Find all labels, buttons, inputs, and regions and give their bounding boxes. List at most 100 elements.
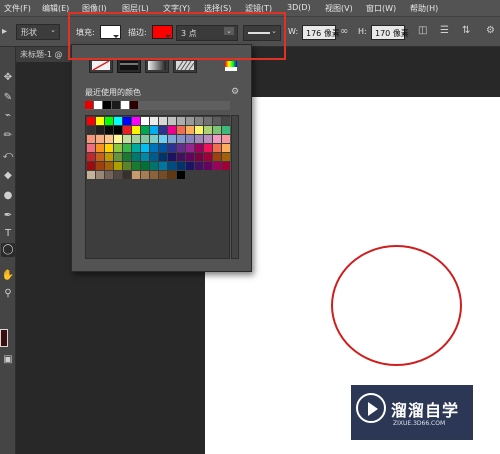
color-swatch[interactable] [114, 171, 122, 179]
color-swatch[interactable] [159, 171, 167, 179]
color-swatch[interactable] [159, 126, 167, 134]
color-swatch[interactable] [213, 162, 221, 170]
recent-color-swatch[interactable] [94, 101, 102, 109]
pencil-tool-icon[interactable]: ✏ [1, 129, 15, 143]
color-swatch[interactable] [213, 135, 221, 143]
color-swatch[interactable] [195, 162, 203, 170]
color-swatch[interactable] [141, 144, 149, 152]
color-swatch[interactable] [87, 162, 95, 170]
color-swatch[interactable] [168, 162, 176, 170]
color-swatch[interactable] [204, 144, 212, 152]
color-swatch[interactable] [105, 117, 113, 125]
color-swatch[interactable] [222, 144, 230, 152]
color-swatch[interactable] [132, 126, 140, 134]
path-arrangement-icon[interactable]: ⇅ [462, 26, 470, 36]
color-swatch[interactable] [87, 126, 95, 134]
color-swatch[interactable] [213, 144, 221, 152]
color-swatch[interactable] [204, 135, 212, 143]
color-swatch[interactable] [132, 117, 140, 125]
gear-icon[interactable]: ⚙ [486, 26, 495, 36]
color-swatch[interactable] [96, 153, 104, 161]
tool-preset-icon[interactable]: ▸ [2, 27, 7, 37]
color-swatch[interactable] [141, 135, 149, 143]
color-swatch[interactable] [168, 135, 176, 143]
color-swatch[interactable] [222, 135, 230, 143]
color-swatch[interactable] [168, 153, 176, 161]
dodge-tool-icon[interactable]: ● [1, 189, 15, 203]
pen-tool-icon[interactable]: ✒ [1, 209, 15, 223]
color-swatch[interactable] [96, 144, 104, 152]
color-swatch[interactable] [87, 117, 95, 125]
color-swatch[interactable] [123, 117, 131, 125]
color-swatch[interactable] [114, 126, 122, 134]
color-swatch[interactable] [186, 144, 194, 152]
move-tool-icon[interactable]: ✥ [1, 71, 15, 85]
color-swatch[interactable] [96, 117, 104, 125]
color-swatch[interactable] [141, 171, 149, 179]
zoom-tool-icon[interactable]: ⚲ [1, 287, 15, 301]
color-swatch[interactable] [114, 117, 122, 125]
color-swatch[interactable] [150, 117, 158, 125]
recent-color-swatch[interactable] [121, 101, 129, 109]
color-swatch[interactable] [159, 144, 167, 152]
color-swatch[interactable] [195, 126, 203, 134]
recent-color-swatch[interactable] [112, 101, 120, 109]
color-swatch[interactable] [159, 117, 167, 125]
color-swatch[interactable] [177, 144, 185, 152]
eyedropper-tool-icon[interactable]: ⌁ [1, 109, 15, 123]
color-swatch[interactable] [195, 144, 203, 152]
color-swatch[interactable] [96, 135, 104, 143]
color-swatch[interactable] [213, 153, 221, 161]
color-swatch[interactable] [114, 144, 122, 152]
hand-tool-icon[interactable]: ✋ [1, 269, 15, 283]
color-swatch[interactable] [159, 162, 167, 170]
color-swatch[interactable] [96, 162, 104, 170]
color-swatch[interactable] [177, 162, 185, 170]
color-swatch[interactable] [204, 117, 212, 125]
color-swatch[interactable] [150, 135, 158, 143]
color-swatch[interactable] [168, 126, 176, 134]
color-swatch[interactable] [177, 117, 185, 125]
color-swatch[interactable] [222, 126, 230, 134]
color-swatch[interactable] [132, 144, 140, 152]
height-input[interactable]: 170 像素 [371, 25, 409, 40]
color-swatch[interactable] [132, 171, 140, 179]
color-swatch[interactable] [123, 171, 131, 179]
color-swatch[interactable] [87, 135, 95, 143]
color-swatch[interactable] [159, 153, 167, 161]
color-swatch[interactable] [105, 153, 113, 161]
color-swatch[interactable] [141, 162, 149, 170]
color-swatch[interactable] [96, 171, 104, 179]
brush-tool-icon[interactable]: ✎ [1, 91, 15, 105]
no-color-button[interactable] [89, 58, 113, 73]
color-swatch[interactable] [150, 144, 158, 152]
color-swatch[interactable] [177, 153, 185, 161]
link-icon[interactable]: ∞ [340, 27, 348, 37]
ellipse-tool-icon[interactable]: ◯ [1, 243, 15, 257]
menu-help[interactable]: 帮助(H) [410, 3, 438, 14]
path-operations-icon[interactable]: ◫ [418, 26, 427, 36]
color-swatch[interactable] [105, 135, 113, 143]
color-swatch[interactable] [123, 153, 131, 161]
color-swatch[interactable] [168, 117, 176, 125]
color-swatch[interactable] [123, 126, 131, 134]
color-swatch[interactable] [195, 135, 203, 143]
color-swatch[interactable] [123, 144, 131, 152]
color-swatch[interactable] [177, 171, 185, 179]
color-swatch[interactable] [87, 144, 95, 152]
ellipse-shape[interactable] [331, 245, 462, 366]
gear-icon[interactable]: ⚙ [231, 87, 239, 97]
color-swatch[interactable] [150, 171, 158, 179]
color-swatch[interactable] [96, 126, 104, 134]
color-swatch[interactable] [141, 153, 149, 161]
swatch-scrollbar[interactable] [231, 115, 239, 259]
color-swatch[interactable] [186, 135, 194, 143]
recent-color-swatch[interactable] [103, 101, 111, 109]
menu-3d[interactable]: 3D(D) [287, 3, 311, 12]
type-tool-icon[interactable]: T [1, 227, 15, 241]
color-swatch[interactable] [150, 162, 158, 170]
color-swatch[interactable] [222, 117, 230, 125]
history-brush-icon[interactable]: ⤺ [1, 149, 15, 163]
color-swatch[interactable] [87, 171, 95, 179]
color-swatch[interactable] [132, 135, 140, 143]
